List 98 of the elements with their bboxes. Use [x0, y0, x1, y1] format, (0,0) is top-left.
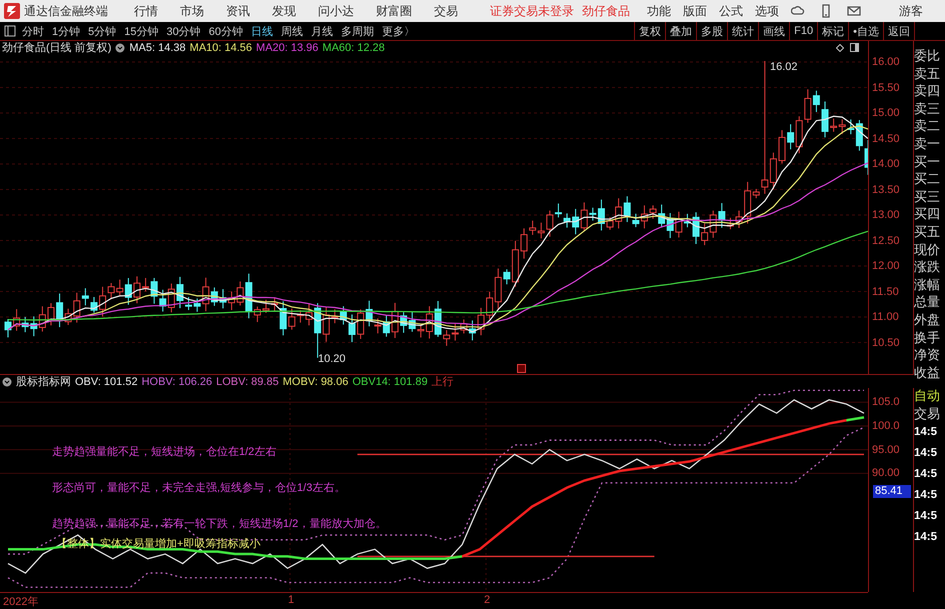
- menu-item[interactable]: 交易: [434, 2, 458, 20]
- price-axis-label: 12.50: [872, 234, 900, 246]
- quote-label: 卖五: [914, 64, 941, 82]
- trend-label: 上行: [432, 375, 454, 389]
- period-tab[interactable]: 1分钟: [52, 24, 80, 38]
- menu-item[interactable]: 问小达: [318, 2, 354, 20]
- time-axis-label: 2: [484, 594, 490, 606]
- login-status[interactable]: 证券交易未登录: [490, 2, 574, 20]
- price-axis-label: 15.00: [872, 107, 900, 119]
- diamond-icon[interactable]: [836, 44, 844, 52]
- envelope-icon[interactable]: [847, 4, 861, 18]
- indicator-title: 股标指标网: [16, 375, 71, 389]
- trade-time: 14:5: [914, 509, 938, 524]
- price-axis-label: 16.00: [872, 56, 900, 68]
- quote-label: 卖一: [914, 134, 941, 153]
- price-axis-label: 14.00: [872, 158, 900, 170]
- app-logo-icon: [4, 3, 20, 19]
- quote-label: 卖二: [914, 117, 941, 135]
- trade-time: 14:5: [914, 530, 938, 546]
- price-axis-label: 14.50: [872, 132, 900, 144]
- quote-label: 委比: [914, 47, 941, 65]
- indicator-value: HOBV: 106.26: [142, 376, 212, 388]
- menu-item[interactable]: 行情: [134, 2, 158, 20]
- panel-toggle-icon[interactable]: [4, 25, 16, 37]
- period-tab[interactable]: 60分钟: [208, 24, 243, 38]
- user-label[interactable]: 游客: [899, 2, 923, 20]
- menu-item[interactable]: 市场: [180, 2, 204, 20]
- low-price-label: 10.20: [318, 353, 346, 365]
- trade-time: 14:5: [914, 488, 938, 504]
- price-axis-label: 13.50: [872, 184, 900, 196]
- menu-item[interactable]: 资讯: [226, 2, 250, 20]
- strategy-note: 走势趋强量能不足，短线进场，仓位在1/2左右: [52, 446, 276, 459]
- dropdown-icon[interactable]: [115, 42, 126, 52]
- value-axis-label: 100.0: [872, 420, 900, 432]
- high-price-label: 16.02: [770, 61, 798, 73]
- chart-title: 劲仔食品(日线 前复权): [2, 41, 112, 55]
- quote-label: 卖三: [914, 100, 941, 118]
- price-axis-label: 10.50: [872, 336, 900, 348]
- period-tab[interactable]: 5分钟: [88, 24, 116, 38]
- toolbar-action[interactable]: 公式: [719, 2, 743, 20]
- period-tab[interactable]: 周线: [281, 24, 303, 38]
- indicator-value: MOBV: 98.06: [282, 376, 348, 388]
- period-tab[interactable]: 30分钟: [166, 24, 201, 38]
- quote-label: 换手: [914, 328, 941, 346]
- quote-label: 现价: [914, 240, 941, 258]
- dropdown-icon[interactable]: [2, 376, 12, 386]
- quote-label: 净资: [914, 346, 941, 364]
- toolbar-action[interactable]: 版面: [683, 2, 707, 20]
- quote-label: 买三: [914, 188, 941, 206]
- trade-time: 14:5: [914, 425, 938, 440]
- time-axis-label: 2022年: [3, 595, 38, 609]
- indicator-value: MA5: 14.38: [129, 42, 186, 54]
- value-axis-label: 105.0: [872, 396, 900, 408]
- indicator-value: LOBV: 89.85: [216, 376, 279, 388]
- quote-label: 自动: [914, 387, 941, 405]
- strategy-note: 形态尚可，量能不足，未完全走强,短线参与，仓位1/3左右。: [52, 482, 346, 495]
- price-axis-label: 11.50: [872, 286, 899, 298]
- value-axis-label: 90.00: [872, 467, 900, 480]
- quote-label: 卖四: [914, 82, 941, 100]
- quote-label: 交易: [914, 404, 941, 422]
- strategy-note: 趋势趋强，量能不足，若有一轮下跌，短线进场1/2，量能放大加仓。: [52, 518, 386, 531]
- quote-label: 买五: [914, 222, 941, 241]
- period-tab[interactable]: 日线: [251, 24, 273, 38]
- menu-item[interactable]: 财富圈: [376, 2, 412, 20]
- quote-label: 买一: [914, 152, 941, 170]
- price-axis-label: 11.00: [872, 311, 899, 323]
- quote-label: 涨幅: [914, 276, 941, 294]
- value-axis-label: 95.00: [872, 444, 900, 456]
- price-axis-label: 13.00: [872, 209, 900, 221]
- indicator-value: MA20: 13.96: [256, 42, 318, 54]
- quote-label: 涨跌: [914, 258, 941, 276]
- time-axis-label: 1: [288, 594, 294, 606]
- app-title: 通达信金融终端: [24, 2, 108, 20]
- toolbar-action[interactable]: 功能: [647, 2, 671, 20]
- quote-label: 买二: [914, 170, 941, 188]
- period-tab[interactable]: 月线: [311, 24, 333, 38]
- menu-item[interactable]: 发现: [272, 2, 296, 20]
- marker-icon: [517, 364, 526, 373]
- stock-name[interactable]: 劲仔食品: [582, 2, 630, 20]
- trade-time: 14:5: [914, 467, 938, 482]
- indicator-value: MA10: 14.56: [190, 42, 252, 54]
- trade-time: 14:5: [914, 446, 938, 462]
- quote-label: 收益: [914, 364, 941, 382]
- period-tab[interactable]: 分时: [22, 24, 44, 38]
- period-tab[interactable]: 15分钟: [124, 24, 158, 38]
- panel-icon[interactable]: [850, 43, 859, 52]
- period-tab[interactable]: 多周期: [341, 24, 374, 38]
- indicator-value: OBV14: 101.89: [352, 376, 428, 388]
- indicator-value: MA60: 12.28: [322, 42, 385, 54]
- price-axis-label: 15.50: [872, 82, 900, 94]
- current-value-badge: 85.41: [873, 485, 911, 498]
- indicator-value: OBV: 101.52: [75, 376, 138, 388]
- quote-label: 外盘: [914, 310, 941, 328]
- quote-label: 总量: [914, 293, 941, 311]
- quote-label: 买四: [914, 205, 941, 223]
- period-tab[interactable]: 更多〉: [382, 24, 415, 38]
- toolbar-action[interactable]: 选项: [755, 2, 779, 20]
- price-axis-label: 12.00: [872, 260, 900, 272]
